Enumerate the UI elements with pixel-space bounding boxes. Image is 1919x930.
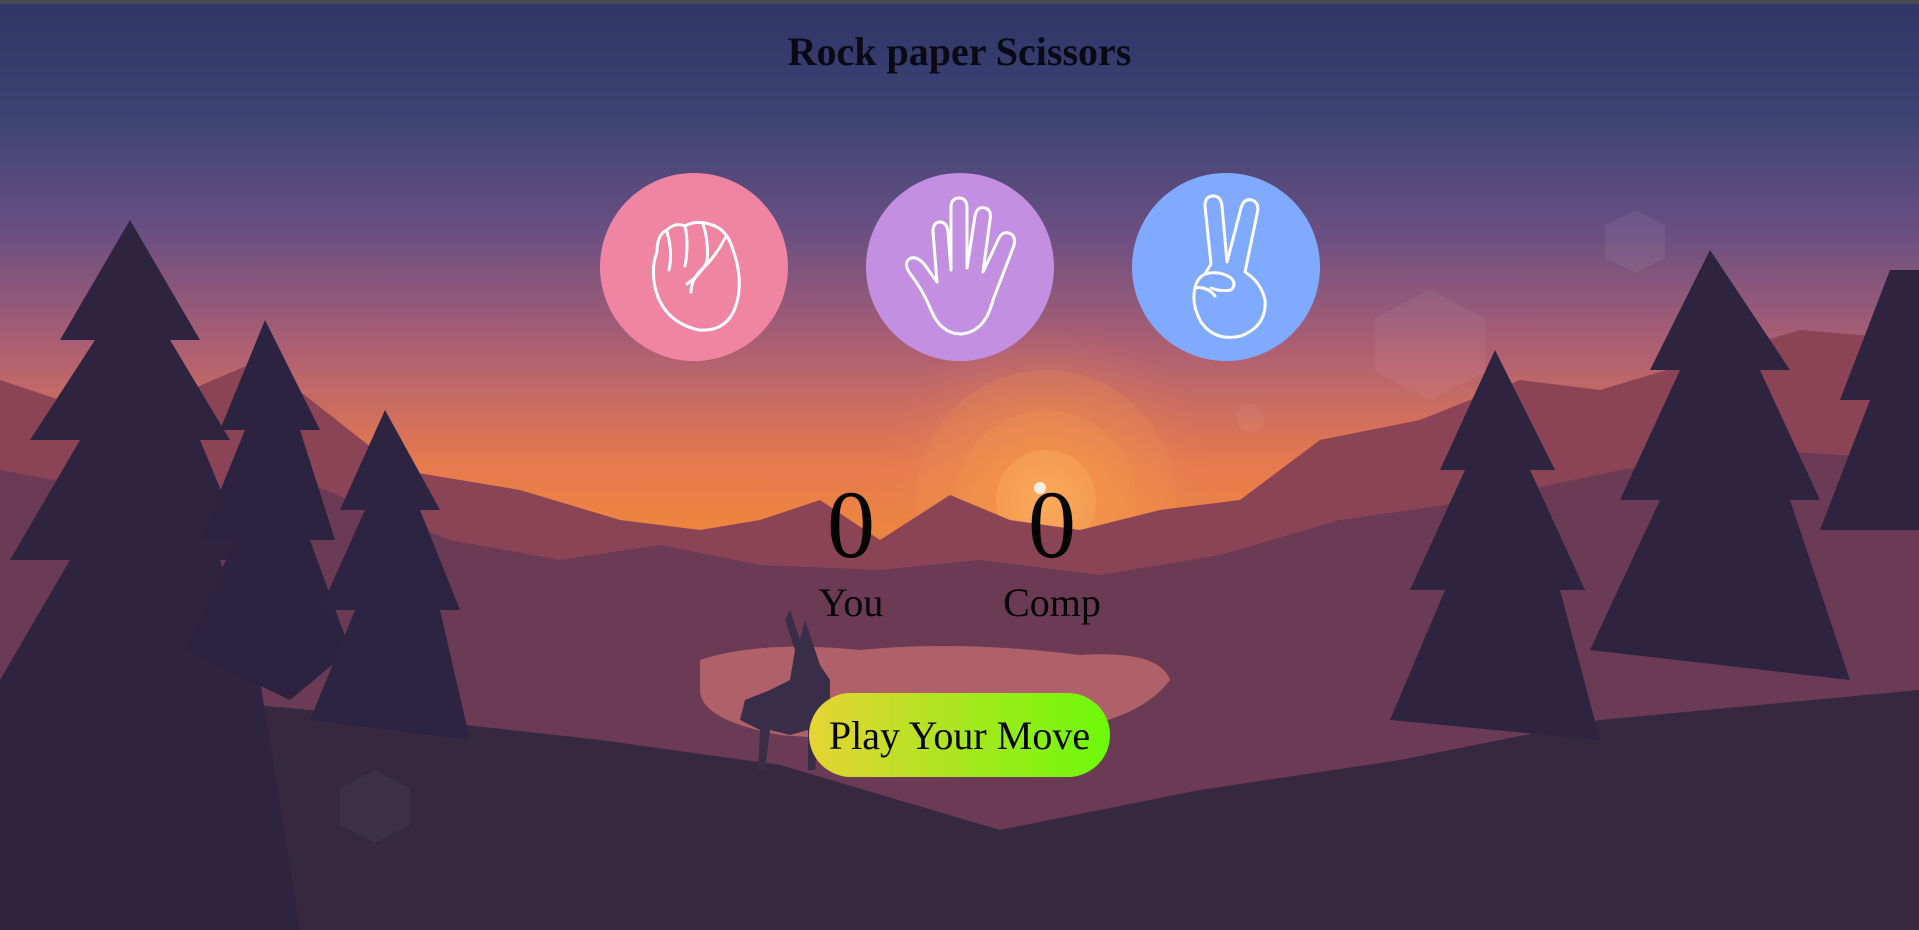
rock-choice-button[interactable] <box>600 173 788 361</box>
paper-choice-button[interactable] <box>866 173 1054 361</box>
computer-score: 0 <box>1028 471 1076 578</box>
background-landscape <box>0 0 1919 930</box>
fist-icon <box>651 220 741 332</box>
user-score-panel: 0 You <box>751 470 951 626</box>
open-hand-icon <box>904 196 1017 336</box>
scissors-choice-button[interactable] <box>1132 173 1320 361</box>
computer-score-panel: 0 Comp <box>952 470 1152 626</box>
computer-score-label: Comp <box>1003 580 1101 625</box>
user-score: 0 <box>827 471 875 578</box>
user-score-label: You <box>818 580 884 625</box>
window-top-border <box>0 0 1919 4</box>
peace-hand-icon <box>1192 194 1267 339</box>
play-your-move-button[interactable]: Play Your Move <box>809 693 1110 777</box>
page-title: Rock paper Scissors <box>787 29 1132 74</box>
